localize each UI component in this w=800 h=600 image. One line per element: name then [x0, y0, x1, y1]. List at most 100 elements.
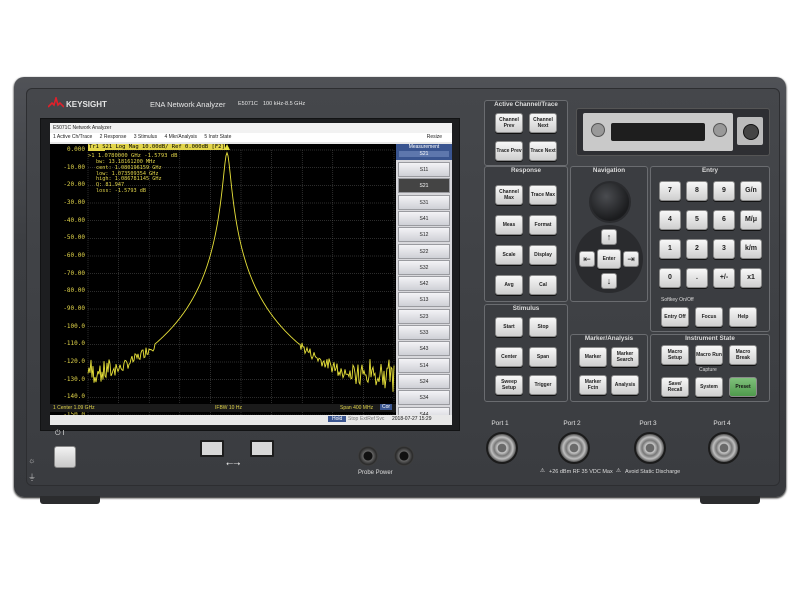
entry-key-15[interactable]: x1	[740, 268, 762, 288]
macro-break-key[interactable]: Macro Break	[729, 345, 757, 365]
analysis-key[interactable]: Analysis	[611, 375, 639, 395]
entry-key-0[interactable]: 7	[659, 181, 681, 201]
entry-key-11[interactable]: k/m	[740, 239, 762, 259]
measurement-item-s22[interactable]: S22	[398, 243, 450, 259]
sweep-info-bar: 1 Center 1.09 GHz IFBW 10 Hz Span 400 MH…	[50, 404, 396, 412]
entry-key-10[interactable]: 3	[713, 239, 735, 259]
port-1-connector[interactable]	[486, 432, 518, 464]
usb-port-2[interactable]	[250, 440, 274, 457]
port-2-connector[interactable]	[558, 432, 590, 464]
entry-off-key[interactable]: Entry Off	[661, 307, 689, 327]
frequency-range: 100 kHz-8.5 GHz	[263, 101, 306, 107]
port-4-connector[interactable]	[708, 432, 740, 464]
left-foot	[40, 496, 100, 504]
trace-next-key[interactable]: Trace Next	[529, 141, 557, 161]
entry-key-14[interactable]: +/-	[713, 268, 735, 288]
measurement-item-s41[interactable]: S41	[398, 210, 450, 226]
entry-key-13[interactable]: .	[686, 268, 708, 288]
focus-key[interactable]: Focus	[695, 307, 723, 327]
brand-bar: KEYSIGHT ENA Network Analyzer E5071C 100…	[48, 97, 310, 115]
measurement-item-s34[interactable]: S34	[398, 390, 450, 406]
stop-key[interactable]: Stop	[529, 317, 557, 337]
rotary-knob[interactable]	[589, 181, 631, 223]
channel-next-key[interactable]: Channel Next	[529, 113, 557, 133]
screw-icon-2	[713, 123, 727, 137]
menu-active-ch[interactable]: 1 Active Ch/Trace	[53, 134, 92, 140]
menu-instr-state[interactable]: 5 Instr State	[204, 134, 231, 140]
entry-key-7[interactable]: M/μ	[740, 210, 762, 230]
arrow-right-icon[interactable]: ⇥	[623, 251, 639, 267]
power-button[interactable]	[54, 446, 76, 468]
analyzer-screen: E5071C Network Analyzer 1 Active Ch/Trac…	[50, 123, 452, 425]
marker-key[interactable]: Marker	[579, 347, 607, 367]
measurement-item-s13[interactable]: S13	[398, 292, 450, 308]
sweep-setup-key[interactable]: Sweep Setup	[495, 375, 523, 395]
trace-prev-key[interactable]: Trace Prev	[495, 141, 523, 161]
format-key[interactable]: Format	[529, 215, 557, 235]
marker-fctn-key[interactable]: Marker Fctn	[579, 375, 607, 395]
avg-key[interactable]: Avg	[495, 275, 523, 295]
menu-stimulus[interactable]: 3 Stimulus	[134, 134, 157, 140]
active-channel-title: Active Channel/Trace	[494, 101, 558, 108]
macro-setup-key[interactable]: Macro Setup	[661, 345, 689, 365]
light-icon: ☼	[28, 456, 36, 465]
measurement-item-s43[interactable]: S43	[398, 341, 450, 357]
trace-max-key[interactable]: Trace Max	[529, 185, 557, 205]
start-key[interactable]: Start	[495, 317, 523, 337]
system-key[interactable]: System	[695, 377, 723, 397]
response-panel: Response Channel Max Trace Max Meas Form…	[484, 166, 568, 302]
navigation-title: Navigation	[592, 167, 626, 174]
trigger-key[interactable]: Trigger	[529, 375, 557, 395]
measurement-item-s12[interactable]: S12	[398, 227, 450, 243]
measurement-item-s32[interactable]: S32	[398, 259, 450, 275]
save-recall-key[interactable]: Save/ Recall	[661, 377, 689, 397]
arrow-left-icon[interactable]: ⇤	[579, 251, 595, 267]
y-tick-label: -90.00	[63, 305, 85, 312]
entry-key-4[interactable]: 4	[659, 210, 681, 230]
span-key[interactable]: Span	[529, 347, 557, 367]
help-key[interactable]: Help	[729, 307, 757, 327]
measurement-item-s42[interactable]: S42	[398, 276, 450, 292]
arrow-down-icon[interactable]: ↓	[601, 273, 617, 289]
measurement-item-s11[interactable]: S11	[398, 162, 450, 177]
entry-key-3[interactable]: G/n	[740, 181, 762, 201]
entry-key-2[interactable]: 9	[713, 181, 735, 201]
entry-key-6[interactable]: 6	[713, 210, 735, 230]
measurement-item-s24[interactable]: S24	[398, 373, 450, 389]
channel-max-key[interactable]: Channel Max	[495, 185, 523, 205]
arrow-up-icon[interactable]: ↑	[601, 229, 617, 245]
usb-port-1[interactable]	[200, 440, 224, 457]
port-3-connector[interactable]	[634, 432, 666, 464]
menu-response[interactable]: 2 Response	[100, 134, 127, 140]
menu-mkr-analysis[interactable]: 4 Mkr/Analysis	[164, 134, 197, 140]
entry-key-9[interactable]: 2	[686, 239, 708, 259]
macro-run-key[interactable]: Macro Run	[695, 345, 723, 365]
preset-key[interactable]: Preset	[729, 377, 757, 397]
resize-button[interactable]: Resize	[427, 134, 442, 140]
entry-key-1[interactable]: 8	[686, 181, 708, 201]
probe-power-jack-1[interactable]	[358, 446, 378, 466]
probe-power-jack-2[interactable]	[394, 446, 414, 466]
meas-key[interactable]: Meas	[495, 215, 523, 235]
scale-key[interactable]: Scale	[495, 245, 523, 265]
entry-key-8[interactable]: 1	[659, 239, 681, 259]
connector-icon	[611, 123, 705, 141]
status-bar: Hold Stop ExtRef Svc 2018-07-27 15:29	[50, 415, 452, 425]
enter-key[interactable]: Enter	[597, 249, 621, 269]
channel-prev-key[interactable]: Channel Prev	[495, 113, 523, 133]
display-key[interactable]: Display	[529, 245, 557, 265]
measurement-item-s21[interactable]: S21	[398, 178, 450, 194]
y-tick-label: -60.00	[63, 252, 85, 259]
marker-search-key[interactable]: Marker Search	[611, 347, 639, 367]
entry-key-12[interactable]: 0	[659, 268, 681, 288]
measurement-item-s33[interactable]: S33	[398, 325, 450, 340]
center-key[interactable]: Center	[495, 347, 523, 367]
cal-key[interactable]: Cal	[529, 275, 557, 295]
measurement-item-s31[interactable]: S31	[398, 194, 450, 210]
entry-key-5[interactable]: 5	[686, 210, 708, 230]
measurement-header: Measurement S21	[396, 144, 452, 160]
port-2-label: Port 2	[563, 420, 581, 427]
measurement-item-s14[interactable]: S14	[398, 357, 450, 373]
capture-label: Capture	[699, 367, 717, 373]
measurement-item-s23[interactable]: S23	[398, 308, 450, 324]
